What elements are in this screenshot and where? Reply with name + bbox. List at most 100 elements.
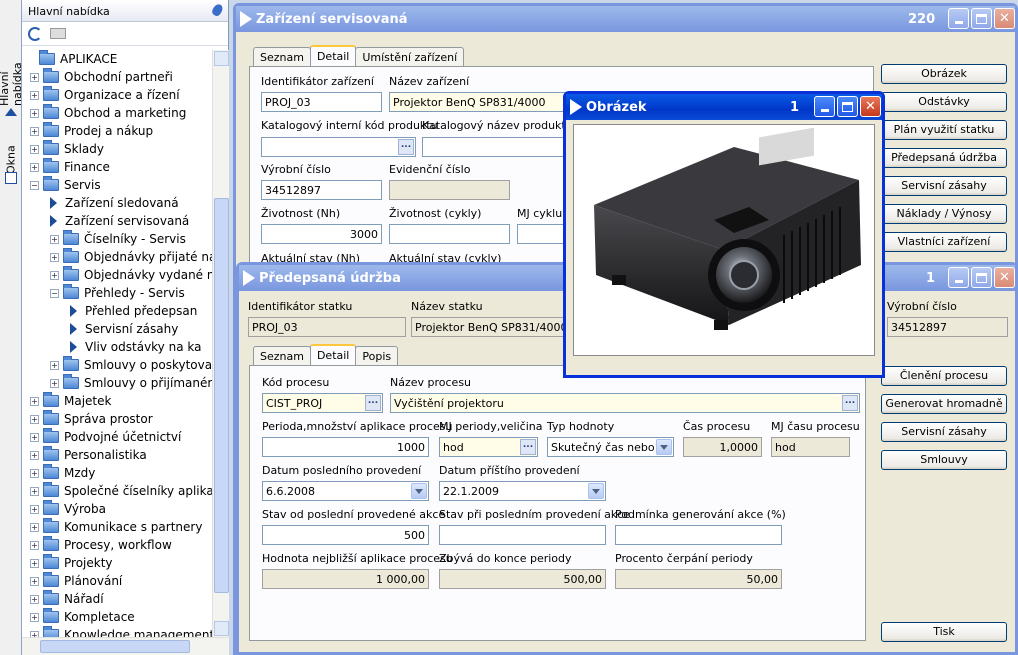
tree-item[interactable]: + Majetek bbox=[22, 392, 212, 410]
tree-item[interactable]: + Společné číselníky aplikac bbox=[22, 482, 212, 500]
service-interventions-button[interactable]: Servisní zásahy bbox=[881, 176, 1007, 196]
process-breakdown-button[interactable]: Členění procesu bbox=[881, 366, 1007, 386]
lookup-icon[interactable]: ... bbox=[365, 395, 381, 411]
tree-item[interactable]: + Obchodní partneři bbox=[22, 68, 212, 86]
tree-item[interactable]: + Nářadí bbox=[22, 590, 212, 608]
expand-icon[interactable]: + bbox=[50, 360, 59, 370]
tab-main-menu[interactable]: Hlavní nabídka bbox=[0, 26, 24, 106]
maximize-button[interactable] bbox=[971, 8, 992, 29]
tree-item[interactable]: + Výroba bbox=[22, 500, 212, 518]
since-last-field[interactable]: 500 bbox=[262, 525, 429, 545]
tree-item[interactable]: −APLIKACE bbox=[22, 50, 212, 68]
expand-icon[interactable]: + bbox=[50, 252, 59, 262]
chevron-down-icon[interactable] bbox=[588, 483, 604, 499]
scroll-thumb[interactable] bbox=[214, 198, 229, 593]
minimize-button[interactable] bbox=[948, 8, 969, 29]
tab-list[interactable]: Seznam bbox=[253, 47, 311, 67]
tree-item[interactable]: + Komunikace s partnery bbox=[22, 518, 212, 536]
close-button[interactable]: ✕ bbox=[994, 267, 1015, 288]
scroll-down-button[interactable] bbox=[214, 621, 229, 636]
document-icon[interactable] bbox=[50, 28, 66, 39]
expand-icon[interactable]: + bbox=[30, 576, 39, 586]
process-name-field[interactable]: Vyčištění projektoru... bbox=[390, 393, 860, 413]
tree-item[interactable]: + Finance bbox=[22, 158, 212, 176]
chevron-down-icon[interactable] bbox=[411, 483, 427, 499]
hscroll-thumb[interactable] bbox=[40, 640, 190, 653]
lookup-icon[interactable]: ... bbox=[398, 139, 414, 155]
catalog-code-field[interactable]: ... bbox=[261, 137, 416, 157]
tab-location[interactable]: Umístění zařízení bbox=[355, 47, 465, 67]
tree-item[interactable]: + Plánování bbox=[22, 572, 212, 590]
expand-icon[interactable]: + bbox=[30, 162, 39, 172]
expand-icon[interactable]: + bbox=[30, 558, 39, 568]
tree-item[interactable]: + Personalistika bbox=[22, 446, 212, 464]
tree-item[interactable]: Zařízení sledovaná bbox=[22, 194, 212, 212]
catalog-name-field[interactable] bbox=[422, 137, 569, 157]
tree-item[interactable]: Přehled předepsan bbox=[22, 302, 212, 320]
state-at-last-field[interactable] bbox=[439, 525, 606, 545]
tree-item[interactable]: + Sklady bbox=[22, 140, 212, 158]
tab-detail[interactable]: Detail bbox=[309, 45, 357, 67]
condition-field[interactable] bbox=[615, 525, 782, 545]
expand-icon[interactable]: + bbox=[30, 450, 39, 460]
refresh-icon[interactable] bbox=[28, 26, 42, 41]
expand-icon[interactable]: + bbox=[50, 378, 59, 388]
tree-item[interactable]: + Podvojné účetnictví bbox=[22, 428, 212, 446]
maximize-button[interactable] bbox=[971, 267, 992, 288]
tree-item[interactable]: + Projekty bbox=[22, 554, 212, 572]
close-button[interactable]: ✕ bbox=[860, 96, 881, 117]
usage-plan-button[interactable]: Plán využití statku bbox=[881, 120, 1007, 140]
collapse-icon[interactable]: − bbox=[50, 288, 59, 298]
window-titlebar[interactable]: Zařízení servisovaná 220 ✕ bbox=[236, 6, 1015, 32]
serial-field[interactable]: 34512897 bbox=[261, 180, 382, 200]
outages-button[interactable]: Odstávky bbox=[881, 92, 1007, 112]
expand-icon[interactable]: + bbox=[30, 72, 39, 82]
tree-item[interactable]: + Mzdy bbox=[22, 464, 212, 482]
expand-icon[interactable]: + bbox=[30, 486, 39, 496]
tree-vertical-scrollbar[interactable] bbox=[212, 50, 229, 637]
device-id-field[interactable]: PROJ_03 bbox=[261, 92, 382, 112]
minimize-button[interactable] bbox=[948, 267, 969, 288]
maintenance-button[interactable]: Předepsaná údržba bbox=[881, 148, 1007, 168]
costs-revenues-button[interactable]: Náklady / Výnosy bbox=[881, 204, 1007, 224]
lookup-icon[interactable]: ... bbox=[520, 439, 536, 455]
mj-cycle-field[interactable] bbox=[517, 224, 569, 244]
expand-icon[interactable]: + bbox=[30, 432, 39, 442]
tree-item[interactable]: − Přehledy - Servis bbox=[22, 284, 212, 302]
tree-item[interactable]: − Servis bbox=[22, 176, 212, 194]
tree-item[interactable]: + Objednávky přijaté na bbox=[22, 248, 212, 266]
expand-icon[interactable]: + bbox=[30, 144, 39, 154]
tree-item[interactable]: Servisní zásahy bbox=[22, 320, 212, 338]
tab-description[interactable]: Popis bbox=[355, 346, 399, 366]
tree-item[interactable]: + Smlouvy o poskytovan bbox=[22, 356, 212, 374]
tab-list[interactable]: Seznam bbox=[253, 346, 311, 366]
expand-icon[interactable]: + bbox=[30, 504, 39, 514]
image-button[interactable]: Obrázek bbox=[881, 64, 1007, 84]
tree-item[interactable]: + Procesy, workflow bbox=[22, 536, 212, 554]
print-button[interactable]: Tisk bbox=[881, 622, 1007, 642]
expand-icon[interactable]: + bbox=[30, 594, 39, 604]
windows-icon[interactable] bbox=[5, 172, 17, 184]
owners-button[interactable]: Vlastníci zařízení bbox=[881, 232, 1007, 252]
tree-item[interactable]: + Číselníky - Servis bbox=[22, 230, 212, 248]
expand-icon[interactable]: + bbox=[30, 126, 39, 136]
tree-item[interactable]: + Smlouvy o přijímaném bbox=[22, 374, 212, 392]
expand-icon[interactable]: + bbox=[30, 522, 39, 532]
pin-icon[interactable] bbox=[210, 2, 225, 18]
mj-period-field[interactable]: hod... bbox=[439, 437, 538, 457]
expand-icon[interactable]: + bbox=[50, 270, 59, 280]
tree-item[interactable]: + Správa prostor bbox=[22, 410, 212, 428]
expand-icon[interactable]: + bbox=[30, 540, 39, 550]
last-date-field[interactable]: 6.6.2008 bbox=[262, 481, 429, 501]
expand-icon[interactable]: + bbox=[30, 414, 39, 424]
next-date-field[interactable]: 22.1.2009 bbox=[439, 481, 606, 501]
process-code-field[interactable]: CIST_PROJ... bbox=[262, 393, 383, 413]
tree-item[interactable]: + Knowledge management bbox=[22, 626, 212, 637]
lookup-icon[interactable]: ... bbox=[842, 395, 858, 411]
life-cycles-field[interactable] bbox=[389, 224, 510, 244]
expand-icon[interactable]: + bbox=[30, 396, 39, 406]
tree-item[interactable]: + Prodej a nákup bbox=[22, 122, 212, 140]
life-hours-field[interactable]: 3000 bbox=[261, 224, 382, 244]
tree-item[interactable]: Zařízení servisovaná bbox=[22, 212, 212, 230]
chevron-down-icon[interactable] bbox=[656, 439, 672, 455]
